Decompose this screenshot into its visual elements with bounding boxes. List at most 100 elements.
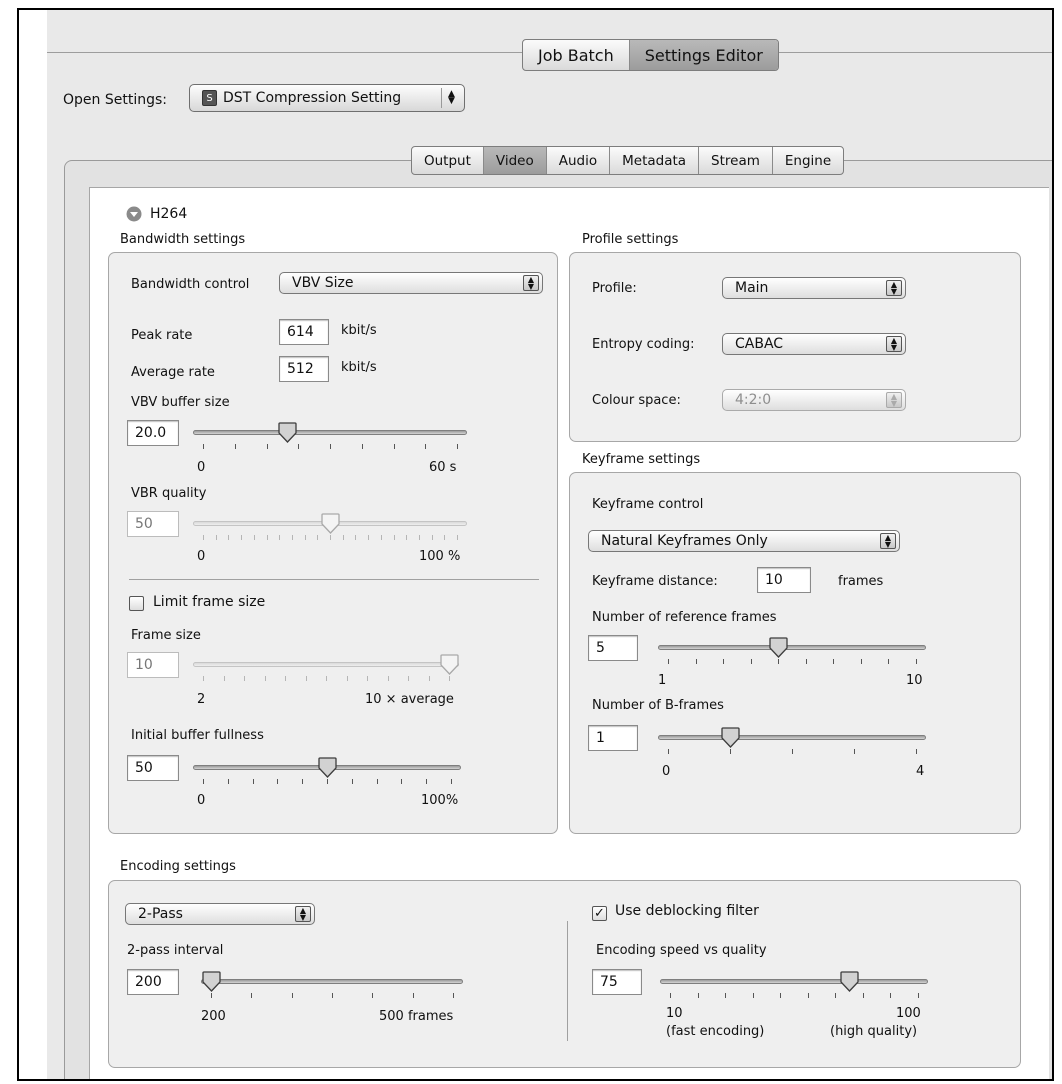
slider-tick <box>304 535 306 540</box>
slider-thumb[interactable] <box>720 727 740 748</box>
slider-tick <box>387 676 389 681</box>
slider-tick <box>252 779 254 784</box>
slider-tick <box>854 749 855 754</box>
slider-tick <box>302 779 304 784</box>
colour-space-popup[interactable]: 4:2:0 ▲ ▼ <box>722 389 906 411</box>
b-frames-slider[interactable] <box>658 727 926 769</box>
slider-tick <box>253 535 255 540</box>
slider-tick <box>211 993 212 998</box>
average-rate-field[interactable]: 512 <box>279 356 329 382</box>
slider-thumb[interactable] <box>769 637 788 658</box>
settings-file-icon: S <box>202 90 217 106</box>
tab-job-batch[interactable]: Job Batch <box>523 40 630 70</box>
entropy-coding-popup[interactable]: CABAC ▲ ▼ <box>722 333 906 355</box>
keyframe-distance-field[interactable]: 10 <box>757 567 811 593</box>
slider-track[interactable] <box>658 645 926 650</box>
reference-frames-max-label: 10 <box>906 673 923 688</box>
entropy-coding-label: Entropy coding: <box>592 337 695 352</box>
slider-tick <box>412 993 414 998</box>
open-settings-label: Open Settings: <box>63 92 167 108</box>
slider-tick <box>916 659 917 664</box>
slider-track[interactable] <box>658 735 926 740</box>
popup-arrows-icon: ▲ ▼ <box>886 392 902 408</box>
tab-metadata[interactable]: Metadata <box>610 147 700 174</box>
tab-engine[interactable]: Engine <box>773 147 843 174</box>
two-pass-interval-slider[interactable] <box>201 971 463 1013</box>
slider-track[interactable] <box>201 979 463 984</box>
slider-tick <box>291 993 293 998</box>
profile-popup[interactable]: Main ▲ ▼ <box>722 277 906 299</box>
frame-size-slider[interactable] <box>193 654 459 696</box>
slider-track[interactable] <box>193 662 459 667</box>
slider-tick <box>444 535 446 540</box>
bandwidth-box: Bandwidth control VBV Size ▲ ▼ Peak rate … <box>108 252 558 834</box>
limit-frame-size-checkbox[interactable] <box>129 596 144 611</box>
keyframe-heading: Keyframe settings <box>582 452 701 467</box>
slider-tick <box>792 749 793 754</box>
reference-frames-min-label: 1 <box>658 673 667 688</box>
reference-frames-slider[interactable] <box>658 637 926 679</box>
keyframe-control-popup[interactable]: Natural Keyframes Only ▲ ▼ <box>588 530 900 552</box>
vbr-quality-field[interactable]: 50 <box>127 511 179 537</box>
tab-stream[interactable]: Stream <box>699 147 773 174</box>
speed-quality-label: Encoding speed vs quality <box>596 943 767 958</box>
colour-space-value: 4:2:0 <box>735 392 772 408</box>
tab-video[interactable]: Video <box>483 147 547 174</box>
slider-thumb[interactable] <box>439 654 459 675</box>
speed-quality-slider[interactable] <box>660 971 928 1013</box>
reference-frames-field[interactable]: 5 <box>588 635 638 661</box>
vbv-buffer-field[interactable]: 20.0 <box>127 420 179 446</box>
disclosure-triangle-down-icon <box>126 206 142 222</box>
slider-thumb[interactable] <box>317 757 337 778</box>
bandwidth-control-popup[interactable]: VBV Size ▲ ▼ <box>279 272 543 294</box>
deblocking-checkbox[interactable]: ✓ <box>592 906 607 921</box>
b-frames-max-label: 4 <box>916 764 925 779</box>
slider-tick <box>668 659 669 664</box>
slider-track[interactable] <box>193 430 467 435</box>
tab-output[interactable]: Output <box>412 147 484 174</box>
average-rate-label: Average rate <box>131 365 215 380</box>
peak-rate-field[interactable]: 614 <box>279 319 329 345</box>
reference-frames-label: Number of reference frames <box>592 610 777 625</box>
slider-tick <box>668 749 669 754</box>
open-settings-popup[interactable]: S DST Compression Setting ▲ ▼ <box>189 84 465 112</box>
peak-rate-unit: kbit/s <box>341 323 377 338</box>
slider-tick <box>376 779 378 784</box>
keyframe-control-value: Natural Keyframes Only <box>601 533 768 549</box>
slider-track[interactable] <box>660 979 928 984</box>
b-frames-field[interactable]: 1 <box>588 725 638 751</box>
slider-tick <box>355 535 357 540</box>
slider-thumb[interactable] <box>201 971 221 992</box>
codec-disclosure[interactable]: H264 <box>126 206 187 222</box>
two-pass-interval-field[interactable]: 200 <box>127 969 179 995</box>
profile-heading: Profile settings <box>582 232 679 247</box>
tab-settings-editor[interactable]: Settings Editor <box>629 40 778 70</box>
slider-tick <box>264 676 266 681</box>
slider-thumb[interactable] <box>320 513 340 534</box>
slider-tick <box>393 535 395 540</box>
slider-thumb[interactable] <box>278 422 297 443</box>
slider-tick <box>285 676 286 681</box>
slider-tick <box>327 779 328 784</box>
slider-tick <box>380 535 382 540</box>
slider-tick <box>697 993 699 998</box>
slider-tick <box>342 535 344 540</box>
slider-thumb[interactable] <box>839 971 859 992</box>
encoding-mode-popup[interactable]: 2-Pass ▲ ▼ <box>125 903 315 925</box>
slider-tick <box>367 676 368 681</box>
b-frames-min-label: 0 <box>662 764 671 779</box>
entropy-coding-value: CABAC <box>735 336 784 352</box>
tab-audio[interactable]: Audio <box>547 147 611 174</box>
vbv-buffer-slider[interactable] <box>193 422 467 464</box>
initial-buffer-field[interactable]: 50 <box>127 755 179 781</box>
frame-size-label: Frame size <box>131 628 201 643</box>
slider-tick <box>805 659 807 664</box>
speed-quality-field[interactable]: 75 <box>592 969 642 995</box>
video-settings-content: H264 Bandwidth settings Bandwidth contro… <box>89 187 1049 1079</box>
slider-tick <box>266 444 268 449</box>
slider-tick <box>351 779 353 784</box>
slider-tick <box>215 535 217 540</box>
profile-box: Profile: Main ▲ ▼ Entropy coding: CABAC ▲… <box>569 252 1021 442</box>
keyframe-distance-unit: frames <box>838 574 884 589</box>
frame-size-field[interactable]: 10 <box>127 652 179 678</box>
